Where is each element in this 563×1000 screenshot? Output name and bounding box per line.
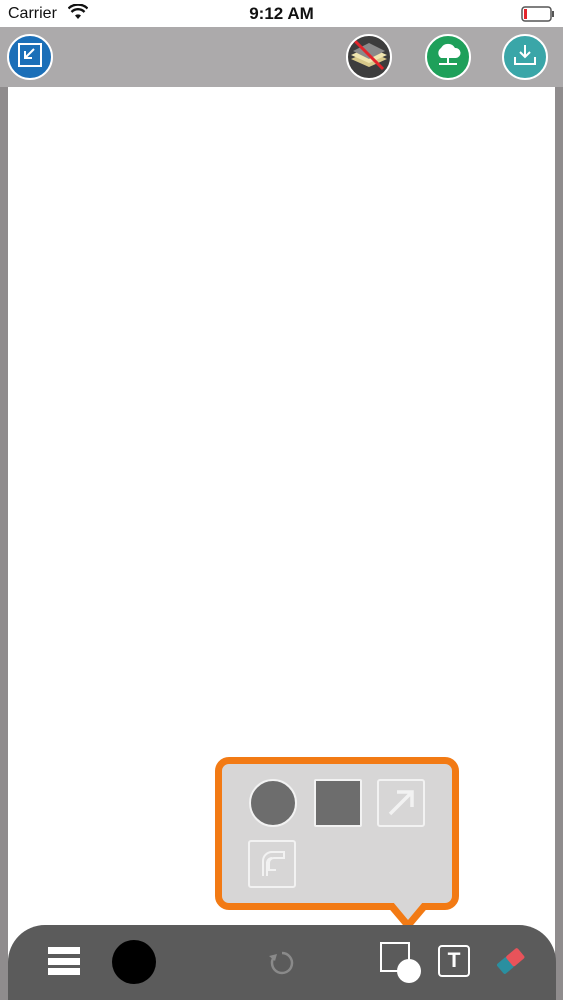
shape-picker-popup <box>215 757 459 910</box>
menu-icon[interactable] <box>48 947 80 975</box>
shape-tool-dot <box>397 959 421 983</box>
download-button[interactable] <box>502 34 548 80</box>
download-icon <box>512 42 538 73</box>
popup-pointer-fill <box>393 902 423 920</box>
color-swatch[interactable] <box>112 940 156 984</box>
layers-hidden-icon <box>348 36 390 78</box>
freeform-shape-icon[interactable] <box>248 840 296 888</box>
toggle-layers-button[interactable] <box>346 34 392 80</box>
import-button[interactable] <box>7 34 53 80</box>
import-icon <box>17 42 43 73</box>
shape-tool-icon[interactable] <box>380 942 422 984</box>
menu-bar-line <box>48 947 80 954</box>
status-time: 9:12 AM <box>249 4 314 23</box>
circle-shape-icon[interactable] <box>249 779 297 827</box>
square-shape-icon[interactable] <box>314 779 362 827</box>
text-tool-icon[interactable]: T <box>438 945 470 977</box>
status-bar: Carrier 9:12 AM <box>0 0 563 27</box>
eraser-icon[interactable] <box>492 943 528 979</box>
menu-bar-line <box>48 968 80 975</box>
undo-icon[interactable] <box>266 947 298 979</box>
cloud-network-icon <box>433 42 463 73</box>
menu-bar-line <box>48 958 80 965</box>
cloud-share-button[interactable] <box>425 34 471 80</box>
top-toolbar <box>0 27 563 87</box>
bottom-toolbar: T <box>8 925 556 1000</box>
battery-icon <box>521 6 555 22</box>
arrow-shape-icon[interactable] <box>377 779 425 827</box>
